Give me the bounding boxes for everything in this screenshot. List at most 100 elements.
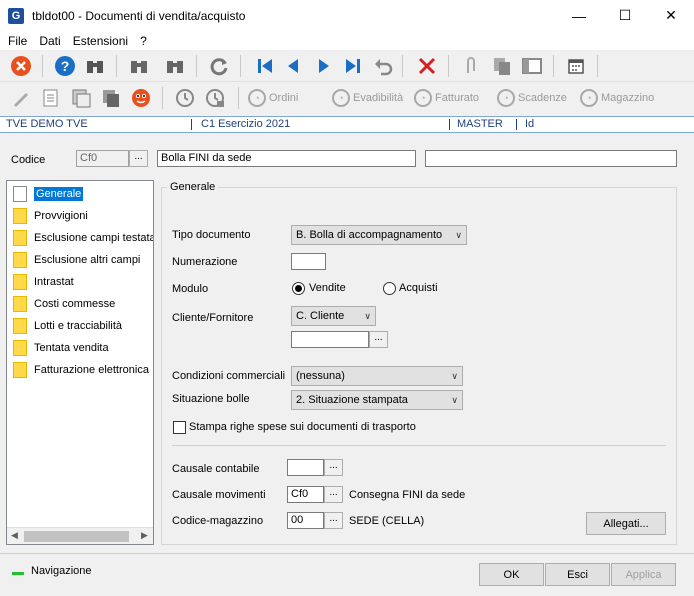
previous-record-icon[interactable] — [282, 55, 304, 77]
folder-icon — [13, 274, 27, 290]
numerazione-label: Numerazione — [172, 256, 238, 268]
folder-icon — [13, 340, 27, 356]
causale-contabile-lookup-button[interactable]: ... — [324, 459, 343, 476]
menu-help[interactable]: ? — [134, 34, 153, 48]
chevron-down-icon: ∨ — [451, 371, 458, 381]
tipo-documento-select[interactable]: B. Bolla di accompagnamento ∨ — [291, 225, 467, 245]
next-record-icon[interactable] — [313, 55, 335, 77]
scadenze-button[interactable]: ◔ Scadenze — [497, 87, 567, 109]
modulo-acquisti-label: Acquisti — [399, 282, 438, 294]
situazione-select[interactable]: 2. Situazione stampata ∨ — [291, 390, 463, 410]
search-first-icon[interactable] — [128, 55, 150, 77]
modulo-acquisti-radio[interactable] — [383, 282, 396, 295]
undo-icon[interactable] — [372, 55, 394, 77]
chevron-down-icon: ∨ — [451, 395, 458, 405]
edit-icon[interactable] — [10, 87, 32, 109]
ordini-button[interactable]: ◔ Ordini — [248, 87, 298, 109]
tree-item-esclusione-altri-campi[interactable]: Esclusione altri campi — [13, 251, 140, 269]
tree-item-fatturazione-elettronica[interactable]: Fatturazione elettronica — [13, 361, 149, 379]
menu-file[interactable]: File — [2, 34, 33, 48]
ok-button[interactable]: OK — [479, 563, 544, 586]
applica-button[interactable]: Applica — [611, 563, 676, 586]
stampa-righe-checkbox[interactable] — [173, 421, 186, 434]
tree-horizontal-scrollbar[interactable]: ◀ ▶ — [7, 527, 153, 544]
codice-magazzino-description: SEDE (CELLA) — [349, 515, 425, 527]
folder-icon — [13, 230, 27, 246]
exercise-label: C1 Esercizio 2021 — [201, 118, 291, 130]
tree-item-esclusione-campi-testata[interactable]: Esclusione campi testata — [13, 229, 153, 247]
refresh-icon[interactable] — [208, 55, 230, 77]
magazzino-button[interactable]: ◔ Magazzino — [580, 87, 654, 109]
scrollbar-thumb[interactable] — [24, 531, 129, 542]
history-icon[interactable] — [174, 87, 196, 109]
maximize-icon[interactable]: ☐ — [602, 0, 648, 31]
minimize-icon[interactable]: — — [556, 0, 602, 31]
app-icon: G — [8, 7, 24, 24]
tipo-documento-label: Tipo documento — [172, 229, 251, 241]
cliente-fornitore-select[interactable]: C. Cliente ∨ — [291, 306, 376, 326]
exit-icon[interactable] — [10, 55, 32, 77]
scroll-left-icon[interactable]: ◀ — [11, 530, 18, 541]
tree-item-costi-commesse[interactable]: Costi commesse — [13, 295, 115, 313]
info-bar: TVE DEMO TVE C1 Esercizio 2021 MASTER Id — [0, 116, 694, 133]
allegati-button[interactable]: Allegati... — [586, 512, 666, 535]
causale-movimenti-field[interactable]: Cf0 — [287, 486, 324, 503]
fatturato-button[interactable]: ◔ Fatturato — [414, 87, 479, 109]
causale-movimenti-lookup-button[interactable]: ... — [324, 486, 343, 503]
documents-list-icon[interactable] — [70, 87, 92, 109]
menu-bar: File Dati Estensioni ? — [0, 31, 694, 50]
cliente-code-field[interactable] — [291, 331, 369, 348]
mascot-icon[interactable] — [130, 87, 152, 109]
menu-estensioni[interactable]: Estensioni — [67, 34, 134, 48]
numerazione-field[interactable] — [291, 253, 326, 270]
chevron-down-icon: ∨ — [364, 311, 371, 321]
esci-button[interactable]: Esci — [545, 563, 610, 586]
condizioni-select[interactable]: (nessuna) ∨ — [291, 366, 463, 386]
codice-magazzino-field[interactable]: 00 — [287, 512, 324, 529]
last-record-icon[interactable] — [342, 55, 364, 77]
company-label: TVE DEMO TVE — [6, 118, 88, 130]
panel-icon[interactable] — [521, 55, 543, 77]
evadibilita-button[interactable]: ◔ Evadibilità — [332, 87, 403, 109]
causale-contabile-field[interactable] — [287, 459, 324, 476]
delete-icon[interactable] — [416, 55, 438, 77]
codice-field[interactable]: Cf0 — [76, 150, 129, 167]
folder-icon — [13, 208, 27, 224]
history-user-icon[interactable] — [204, 87, 226, 109]
close-icon[interactable]: ✕ — [648, 0, 694, 31]
modulo-vendite-radio[interactable] — [292, 282, 305, 295]
navigation-status-indicator — [12, 572, 24, 575]
binoculars-icon[interactable] — [84, 55, 106, 77]
codice-lookup-button[interactable]: ... — [129, 150, 148, 167]
page-icon — [11, 186, 27, 202]
document-new-icon[interactable] — [40, 87, 62, 109]
calendar-icon[interactable] — [565, 55, 587, 77]
folder-icon — [13, 318, 27, 334]
codice-extra-field[interactable] — [425, 150, 677, 167]
condizioni-label: Condizioni commerciali — [172, 370, 286, 382]
attachment-icon[interactable] — [460, 55, 482, 77]
stampa-righe-label: Stampa righe spese sui documenti di tras… — [189, 421, 416, 433]
help-icon[interactable]: ? — [54, 55, 76, 77]
divider — [172, 445, 666, 446]
tree-item-intrastat[interactable]: Intrastat — [13, 273, 74, 291]
tree-item-provvigioni[interactable]: Provvigioni — [13, 207, 88, 225]
codice-magazzino-lookup-button[interactable]: ... — [324, 512, 343, 529]
search-next-icon[interactable] — [164, 55, 186, 77]
causale-contabile-label: Causale contabile — [172, 463, 260, 475]
tree-item-generale[interactable]: Generale — [11, 185, 84, 203]
chevron-down-icon: ∨ — [455, 230, 462, 240]
situazione-label: Situazione bolle — [172, 393, 250, 405]
user-label: MASTER — [457, 118, 503, 130]
tree-item-lotti-tracciabilita[interactable]: Lotti e tracciabilità — [13, 317, 122, 335]
cliente-lookup-button[interactable]: ... — [369, 331, 388, 348]
scroll-right-icon[interactable]: ▶ — [141, 530, 148, 541]
first-record-icon[interactable] — [254, 55, 276, 77]
codice-description-field[interactable]: Bolla FINI da sede — [157, 150, 416, 167]
copy-icon[interactable] — [491, 55, 513, 77]
menu-dati[interactable]: Dati — [33, 34, 66, 48]
duplicate-icon[interactable] — [100, 87, 122, 109]
modulo-label: Modulo — [172, 283, 209, 295]
window-title: tbldot00 - Documenti di vendita/acquisto — [32, 8, 246, 23]
tree-item-tentata-vendita[interactable]: Tentata vendita — [13, 339, 109, 357]
